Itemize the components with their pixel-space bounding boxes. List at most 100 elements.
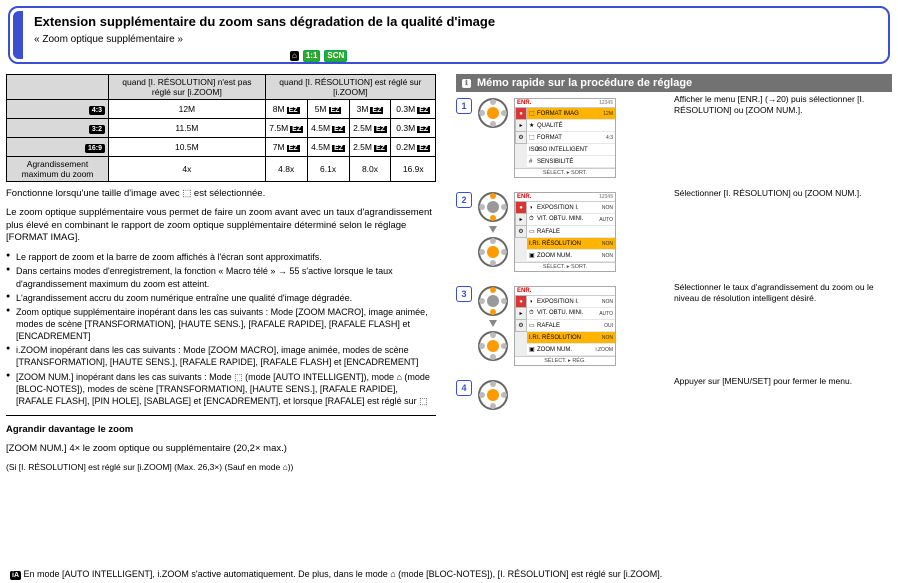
left-column: quand [I. RÉSOLUTION] n'est pas réglé su…	[6, 74, 436, 479]
menu-row: I.RI. RÉSOLUTIONNON	[527, 332, 615, 344]
menu-tab: ⚙	[515, 131, 527, 144]
paragraph-ezoom-desc: Le zoom optique supplémentaire vous perm…	[6, 207, 436, 245]
ez-badge: EZ	[370, 107, 383, 114]
menu-row: ⏱VIT. OBTU. MINI.AUTO	[527, 308, 615, 320]
menu-row: ⏱VIT. OBTU. MINI.AUTO	[527, 214, 615, 226]
feature-header: Extension supplémentaire du zoom sans dé…	[8, 6, 890, 64]
header-accent-tab	[13, 11, 23, 59]
ez-badge: EZ	[374, 145, 387, 152]
section-subtitle: [ZOOM NUM.] 4× le zoom optique ou supplé…	[6, 443, 436, 456]
menu-row: ▭RAFALE	[527, 226, 615, 238]
table-row: 4:3 12M 8MEZ 5MEZ 3MEZ 0.3MEZ	[7, 100, 436, 119]
mode-badge: SCN	[324, 50, 347, 62]
menu-footer: SÉLECT. ▸ SORT.	[515, 262, 615, 271]
menu-row: ▭RAFALEOUI	[527, 320, 615, 332]
menu-row: I.RI. RÉSOLUTIONNON	[527, 238, 615, 250]
ez-badge: EZ	[329, 107, 342, 114]
right-column: ℹ Mémo rapide sur la procédure de réglag…	[456, 74, 892, 479]
menu-footer: SÉLECT. ▸ SORT.	[515, 168, 615, 177]
step-text: Sélectionner [I. RÉSOLUTION] ou [ZOOM NU…	[674, 188, 884, 270]
dpad-icon	[478, 98, 508, 128]
steps-container: 1 ENR.12345●▸⚙⬚FORMAT IMAG12M★QUALITÉ⬚FOR…	[456, 98, 892, 416]
paragraph-ez-note: Fonctionne lorsqu'une taille d'image ave…	[6, 188, 436, 201]
ia-mode-badge: iA	[10, 571, 21, 580]
dpad-icon	[478, 237, 508, 267]
divider	[6, 415, 436, 416]
ez-badge: EZ	[290, 126, 303, 133]
camera-menu-mock: ENR.12345●▸⚙⬚FORMAT IMAG12M★QUALITÉ⬚FORM…	[514, 98, 616, 178]
notes-list: Le rapport de zoom et la barre de zoom a…	[6, 251, 436, 407]
aspect-ratio-badge: 3:2	[89, 125, 105, 134]
dpad-icon	[478, 286, 508, 316]
header-title: Extension supplémentaire du zoom sans dé…	[34, 14, 495, 29]
menu-row: #SENSIBILITÉ	[527, 156, 615, 168]
step: 4	[456, 380, 666, 410]
aspect-ratio-badge: 16:9	[85, 144, 105, 153]
list-item: [ZOOM NUM.] inopérant dans les cas suiva…	[6, 371, 436, 407]
mode-badge: ⌂	[290, 51, 299, 61]
footer-tip-text: En mode [AUTO INTELLIGENT], i.ZOOM s'act…	[24, 569, 663, 579]
menu-row: ▣ZOOM NUM.i.ZOOM	[527, 344, 615, 356]
table-row-zoom-max: Agrandissement maximum du zoom 4x 4.8x 6…	[7, 157, 436, 182]
menu-row: ◑EXPOSITION I.NON	[527, 202, 615, 214]
step-text: Afficher le menu [ENR.] (→20) puis sélec…	[674, 94, 884, 176]
mode-badge: 1:1	[303, 50, 321, 62]
list-item: L'agrandissement accru du zoom numérique…	[6, 292, 436, 304]
step-controls	[478, 286, 508, 361]
ez-badge: EZ	[417, 126, 430, 133]
dpad-icon	[478, 331, 508, 361]
step-controls	[478, 380, 508, 410]
camera-menu-mock: ENR.●▸⚙◑EXPOSITION I.NON⏱VIT. OBTU. MINI…	[514, 286, 616, 366]
arrow-down-icon	[489, 320, 497, 327]
menu-row: ISOISO INTELLIGENT	[527, 144, 615, 156]
menu-row: ⬚FORMAT IMAG12M	[527, 108, 615, 120]
zoom-table: quand [I. RÉSOLUTION] n'est pas réglé su…	[6, 74, 436, 182]
menu-header: ENR.	[515, 287, 615, 296]
menu-tab: ⚙	[515, 319, 527, 332]
menu-footer: SÉLECT. ▸ RÉG.	[515, 356, 615, 365]
ez-badge: EZ	[332, 126, 345, 133]
step-number: 1	[456, 98, 472, 114]
step-controls	[478, 192, 508, 267]
menu-header: ENR.12345	[515, 193, 615, 202]
section-note: (Si [I. RÉSOLUTION] est réglé sur [i.ZOO…	[6, 462, 436, 473]
table-head-izoom: quand [I. RÉSOLUTION] est réglé sur [i.Z…	[265, 75, 435, 100]
ez-badge: EZ	[287, 107, 300, 114]
step-number: 2	[456, 192, 472, 208]
zoom-max-label: Agrandissement maximum du zoom	[7, 157, 109, 182]
list-item: i.ZOOM inopérant dans les cas suivants :…	[6, 344, 436, 368]
menu-tab: ⚙	[515, 225, 527, 238]
table-row: 16:9 10.5M 7MEZ 4.5MEZ 2.5MEZ 0.2MEZ	[7, 138, 436, 157]
dpad-icon	[478, 192, 508, 222]
menu-row: ▣ZOOM NUM.NON	[527, 250, 615, 262]
list-item: Zoom optique supplémentaire inopérant da…	[6, 306, 436, 342]
procedure-strip-title: Mémo rapide sur la procédure de réglage	[477, 77, 692, 89]
header-mode-badges: ⌂ 1:1 SCN	[290, 50, 347, 62]
ez-badge: EZ	[332, 145, 345, 152]
menu-header: ENR.12345	[515, 99, 615, 108]
camera-menu-mock: ENR.12345●▸⚙◑EXPOSITION I.NON⏱VIT. OBTU.…	[514, 192, 616, 272]
step-number: 3	[456, 286, 472, 302]
procedure-strip: ℹ Mémo rapide sur la procédure de réglag…	[456, 74, 892, 92]
ez-badge: EZ	[374, 126, 387, 133]
step-text: Sélectionner le taux d'agrandissement du…	[674, 282, 884, 364]
table-head-noizoom: quand [I. RÉSOLUTION] n'est pas réglé su…	[109, 75, 266, 100]
step-number: 4	[456, 380, 472, 396]
table-row: 3:2 11.5M 7.5MEZ 4.5MEZ 2.5MEZ 0.3MEZ	[7, 119, 436, 138]
step-controls	[478, 98, 508, 128]
ez-badge: EZ	[417, 107, 430, 114]
step: 2 ENR.12345●▸⚙◑EXPOSITION I.NON⏱VIT. OBTU…	[456, 192, 666, 272]
info-icon: ℹ	[462, 79, 471, 88]
dpad-icon	[478, 380, 508, 410]
list-item: Le rapport de zoom et la barre de zoom a…	[6, 251, 436, 263]
step: 1 ENR.12345●▸⚙⬚FORMAT IMAG12M★QUALITÉ⬚FOR…	[456, 98, 666, 178]
ez-badge: EZ	[417, 145, 430, 152]
arrow-down-icon	[489, 226, 497, 233]
step-text: Appuyer sur [MENU/SET] pour fermer le me…	[674, 376, 884, 408]
menu-row: ★QUALITÉ	[527, 120, 615, 132]
footer-tip: iA En mode [AUTO INTELLIGENT], i.ZOOM s'…	[10, 569, 888, 581]
list-item: Dans certains modes d'enregistrement, la…	[6, 265, 436, 289]
step: 3 ENR.●▸⚙◑EXPOSITION I.NON⏱VIT. OBTU. MIN…	[456, 286, 666, 366]
menu-row: ◑EXPOSITION I.NON	[527, 296, 615, 308]
ez-badge: EZ	[287, 145, 300, 152]
